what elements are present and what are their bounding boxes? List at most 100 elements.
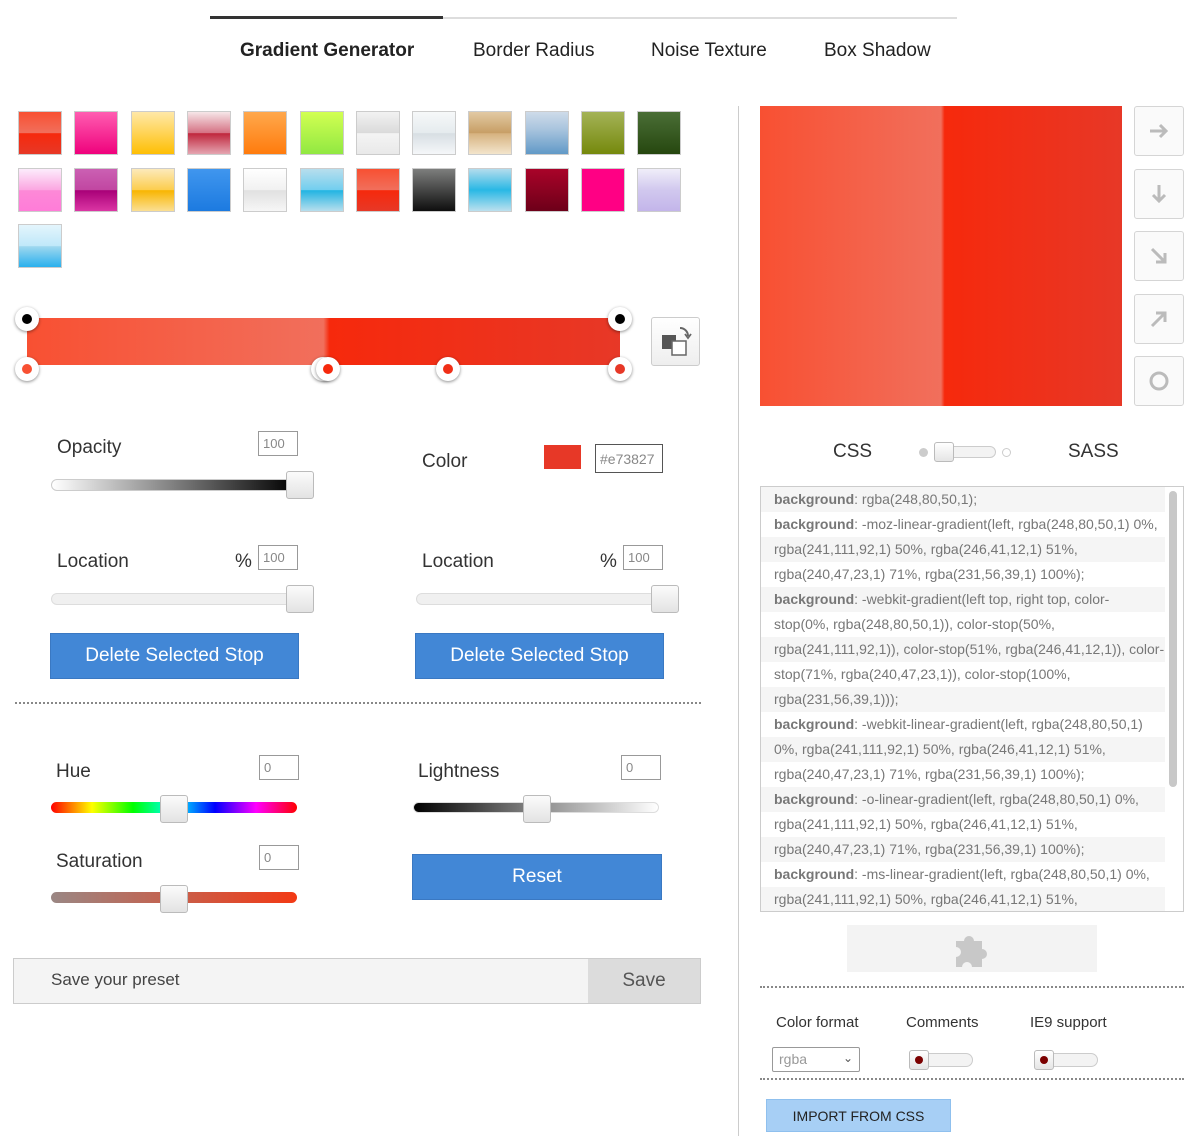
code-value: rgba(240,47,23,1) 71%, rgba(231,56,39,1)… xyxy=(774,566,1085,582)
location-input[interactable] xyxy=(258,545,298,570)
lightness-input[interactable] xyxy=(621,755,661,780)
save-button[interactable]: Save xyxy=(588,959,700,1003)
sass-mode-label[interactable]: SASS xyxy=(1068,441,1119,463)
code-value: rgba(241,111,92,1) 50%, rgba(246,41,12,1… xyxy=(774,891,1078,907)
arrow-down-right-icon[interactable] xyxy=(1134,231,1184,281)
css-output[interactable]: background: rgba(248,80,50,1); background… xyxy=(760,486,1184,912)
lightness-slider-handle[interactable] xyxy=(523,795,551,823)
tab-noise-texture[interactable]: Noise Texture xyxy=(651,40,767,62)
preset-swatch[interactable] xyxy=(130,111,175,155)
code-line: rgba(241,111,92,1)), color-stop(51%, rgb… xyxy=(761,637,1165,662)
hue-input[interactable] xyxy=(259,755,299,780)
code-line: rgba(241,111,92,1) 50%, rgba(246,41,12,1… xyxy=(761,887,1165,911)
preset-swatch[interactable] xyxy=(74,111,119,155)
preset-swatch[interactable] xyxy=(355,111,400,155)
preset-swatch[interactable] xyxy=(524,111,569,155)
preset-swatch[interactable] xyxy=(243,167,288,212)
code-property: background xyxy=(774,516,855,532)
hue-slider-handle[interactable] xyxy=(160,795,188,823)
preset-swatch[interactable] xyxy=(299,111,344,155)
preset-swatch[interactable] xyxy=(243,111,288,155)
location-input[interactable] xyxy=(623,545,663,570)
preset-swatch[interactable] xyxy=(581,111,625,155)
arrow-right-icon[interactable] xyxy=(1134,106,1184,156)
toggle-dot-left xyxy=(919,448,928,457)
preset-swatch[interactable] xyxy=(468,167,513,212)
location-slider[interactable] xyxy=(51,593,306,605)
color-swatch[interactable] xyxy=(544,445,581,469)
code-value: rgba(241,111,92,1) 50%, rgba(246,41,12,1… xyxy=(774,816,1078,832)
code-value: rgba(241,111,92,1) 50%, rgba(246,41,12,1… xyxy=(774,541,1078,557)
saturation-input[interactable] xyxy=(259,845,299,870)
reset-button[interactable]: Reset xyxy=(412,854,662,900)
opacity-stop-end[interactable] xyxy=(608,307,632,331)
preset-swatch[interactable] xyxy=(299,167,344,212)
arrow-up-right-icon[interactable] xyxy=(1134,294,1184,344)
code-value: stop(71%, rgba(240,47,23,1)), color-stop… xyxy=(774,666,1071,682)
percent-label: % xyxy=(600,551,617,572)
css-mode-label[interactable]: CSS xyxy=(833,441,872,463)
arrow-down-icon[interactable] xyxy=(1134,169,1184,219)
import-from-css-button[interactable]: IMPORT FROM CSS xyxy=(766,1099,951,1132)
preset-swatch[interactable] xyxy=(74,167,119,212)
preset-swatch[interactable] xyxy=(18,167,62,212)
color-stop-selected[interactable] xyxy=(608,357,632,381)
comments-toggle-knob[interactable] xyxy=(909,1050,929,1070)
code-line: rgba(231,56,39,1))); xyxy=(761,687,1165,712)
opacity-slider-handle[interactable] xyxy=(286,471,314,499)
color-stop[interactable] xyxy=(15,357,39,381)
location-slider-handle[interactable] xyxy=(286,585,314,613)
tab-box-shadow[interactable]: Box Shadow xyxy=(824,40,931,62)
preset-swatch[interactable] xyxy=(524,167,569,212)
code-line: background: -webkit-linear-gradient(left… xyxy=(761,712,1165,737)
opacity-label: Opacity xyxy=(57,437,122,458)
location-slider[interactable] xyxy=(416,593,671,605)
output-mode-toggle-knob[interactable] xyxy=(934,442,954,462)
hue-label: Hue xyxy=(56,761,91,782)
preset-swatch[interactable] xyxy=(581,167,625,212)
tab-gradient-generator[interactable]: Gradient Generator xyxy=(240,40,414,62)
preset-name-input[interactable]: Save your preset xyxy=(51,970,180,990)
lightness-label: Lightness xyxy=(418,761,500,782)
color-hex-input[interactable] xyxy=(595,444,663,473)
code-value: 0%, rgba(241,111,92,1) 50%, rgba(246,41,… xyxy=(774,741,1106,757)
color-stop[interactable] xyxy=(316,357,340,381)
saturation-label: Saturation xyxy=(56,851,143,872)
preset-swatch[interactable] xyxy=(412,111,457,155)
swap-icon[interactable] xyxy=(651,317,700,366)
preset-swatch[interactable] xyxy=(18,224,62,268)
color-stop[interactable] xyxy=(436,357,460,381)
opacity-slider[interactable] xyxy=(51,479,296,491)
preset-swatch[interactable] xyxy=(637,167,682,212)
preset-swatch[interactable] xyxy=(355,167,400,212)
preset-swatch[interactable] xyxy=(18,111,62,155)
delete-stop-button[interactable]: Delete Selected Stop xyxy=(415,633,664,679)
code-line: background: -ms-linear-gradient(left, rg… xyxy=(761,862,1165,887)
opacity-input[interactable] xyxy=(258,431,298,456)
preset-swatch[interactable] xyxy=(130,167,175,212)
delete-stop-button[interactable]: Delete Selected Stop xyxy=(50,633,299,679)
opacity-stop-start[interactable] xyxy=(15,307,39,331)
preset-swatch[interactable] xyxy=(468,111,513,155)
preset-swatch[interactable] xyxy=(412,167,457,212)
color-format-select[interactable]: rgba ⌄ xyxy=(772,1047,860,1072)
code-line: background: -o-linear-gradient(left, rgb… xyxy=(761,787,1165,812)
circle-icon[interactable] xyxy=(1134,356,1184,406)
code-line: stop(0%, rgba(248,80,50,1)), color-stop(… xyxy=(761,612,1165,637)
code-value: stop(0%, rgba(248,80,50,1)), color-stop(… xyxy=(774,616,1055,632)
location-slider-handle[interactable] xyxy=(651,585,679,613)
preset-swatch[interactable] xyxy=(637,111,682,155)
preset-swatch[interactable] xyxy=(186,167,231,212)
saturation-slider-handle[interactable] xyxy=(160,885,188,913)
code-scrollbar[interactable] xyxy=(1169,491,1177,787)
code-property: background xyxy=(774,591,855,607)
code-line: stop(71%, rgba(240,47,23,1)), color-stop… xyxy=(761,662,1165,687)
code-value: rgba(240,47,23,1) 71%, rgba(231,56,39,1)… xyxy=(774,841,1085,857)
code-value: : -webkit-linear-gradient(left, rgba(248… xyxy=(854,716,1143,732)
code-value: : -webkit-gradient(left top, right top, … xyxy=(854,591,1110,607)
tab-border-radius[interactable]: Border Radius xyxy=(473,40,594,62)
chevron-down-icon: ⌄ xyxy=(842,1051,853,1065)
ie9-support-toggle-knob[interactable] xyxy=(1034,1050,1054,1070)
preset-swatch[interactable] xyxy=(186,111,231,155)
color-format-value: rgba xyxy=(779,1051,808,1067)
